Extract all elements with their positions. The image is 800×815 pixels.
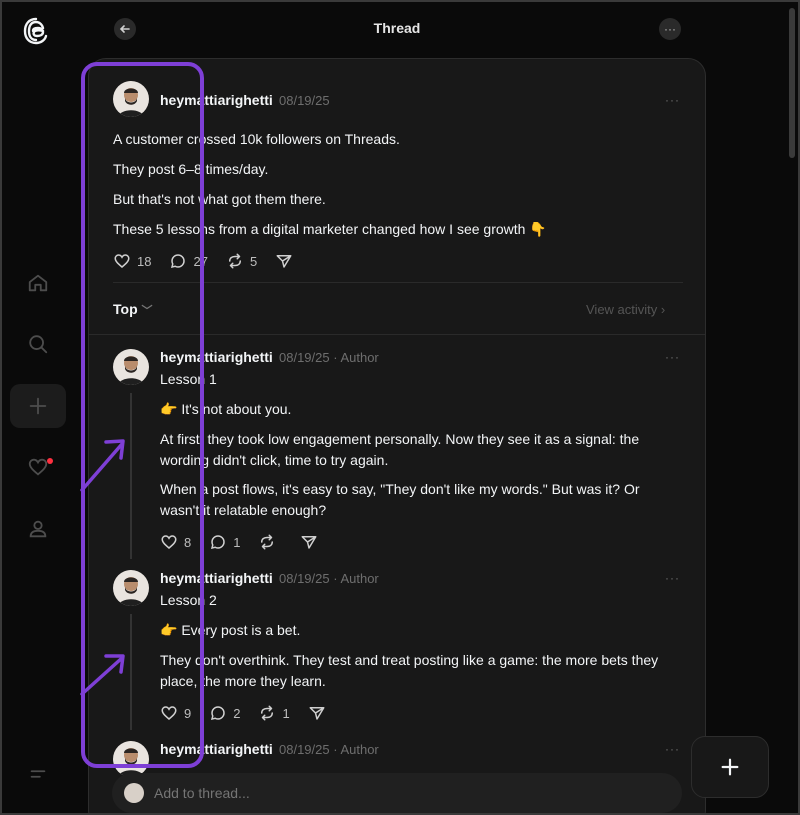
comment-icon	[211, 706, 225, 721]
notification-dot	[47, 458, 53, 464]
share-button[interactable]	[275, 252, 293, 270]
reply-meta: 08/19/25 · Author	[279, 742, 379, 757]
annotation-arrow-icon	[80, 654, 125, 696]
view-activity-label: View activity	[586, 302, 658, 317]
heart-icon	[28, 458, 48, 476]
reply-date: 08/19/25	[279, 571, 330, 586]
view-activity-link[interactable]: View activity ›	[586, 302, 665, 317]
comment-icon	[211, 535, 225, 550]
reply-button[interactable]: 1	[209, 533, 240, 551]
repost-icon	[261, 534, 274, 550]
reply-button[interactable]: 2	[209, 704, 240, 722]
send-icon	[301, 536, 317, 549]
repost-icon	[228, 253, 241, 269]
ellipsis-icon: ···	[664, 22, 676, 36]
repost-icon	[261, 705, 274, 721]
send-icon	[309, 707, 325, 720]
scrollbar-thumb[interactable]	[789, 8, 795, 158]
page-title: Thread	[373, 20, 421, 36]
plus-icon	[721, 758, 739, 776]
reply-text-line: They don't overthink. They test and trea…	[160, 652, 659, 668]
threads-logo-icon[interactable]	[21, 16, 51, 46]
reply-text-line: When a post flows, it's easy to say, "Th…	[160, 481, 640, 497]
share-button[interactable]	[308, 704, 326, 722]
search-icon	[29, 335, 48, 354]
chevron-right-icon: ›	[660, 302, 666, 317]
nav-menu[interactable]	[10, 752, 66, 796]
nav-profile[interactable]	[10, 507, 66, 551]
add-to-thread-input[interactable]	[154, 785, 554, 801]
reply-count: 1	[233, 534, 241, 550]
share-button[interactable]	[300, 533, 318, 551]
reply-text-line: At first, they took low engagement perso…	[160, 431, 640, 447]
reply-count: 2	[233, 705, 241, 721]
create-post-button[interactable]	[691, 736, 769, 798]
back-button[interactable]	[114, 18, 136, 40]
post-date: 08/19/25	[279, 93, 330, 108]
nav-home[interactable]	[10, 261, 66, 305]
nav-search[interactable]	[10, 322, 66, 366]
person-icon	[29, 520, 47, 538]
reply-date: 08/19/25	[279, 742, 330, 757]
reply-more-icon[interactable]: ···	[665, 742, 680, 756]
repost-button[interactable]: 1	[258, 704, 290, 722]
add-to-thread-composer[interactable]	[112, 773, 682, 813]
home-icon	[28, 274, 48, 292]
thread-options-button[interactable]: ···	[659, 18, 681, 40]
author-label: Author	[340, 571, 379, 586]
plus-icon	[29, 397, 47, 415]
menu-icon	[30, 770, 46, 778]
arrow-left-icon	[119, 25, 130, 33]
app-window: Thread ··· heymattiarighetti 08/19/25 ··…	[0, 0, 800, 815]
send-icon	[276, 255, 292, 268]
reply-more-icon[interactable]: ···	[665, 571, 680, 585]
annotation-arrow-icon	[80, 439, 125, 492]
repost-button[interactable]: 5	[226, 252, 257, 270]
reply-date: 08/19/25	[279, 350, 330, 365]
nav-activity[interactable]	[10, 445, 66, 489]
avatar	[124, 783, 144, 803]
post-more-icon[interactable]: ···	[665, 93, 680, 107]
author-label: Author	[340, 350, 379, 365]
reply-meta: 08/19/25 · Author	[279, 350, 379, 365]
author-label: Author	[340, 742, 379, 757]
nav-create[interactable]	[10, 384, 66, 428]
repost-count: 1	[282, 705, 290, 721]
scrollbar[interactable]	[788, 2, 796, 813]
reply-more-icon[interactable]: ···	[665, 350, 680, 364]
repost-count: 5	[249, 253, 258, 269]
repost-button[interactable]	[258, 533, 282, 551]
reply-meta: 08/19/25 · Author	[279, 571, 379, 586]
